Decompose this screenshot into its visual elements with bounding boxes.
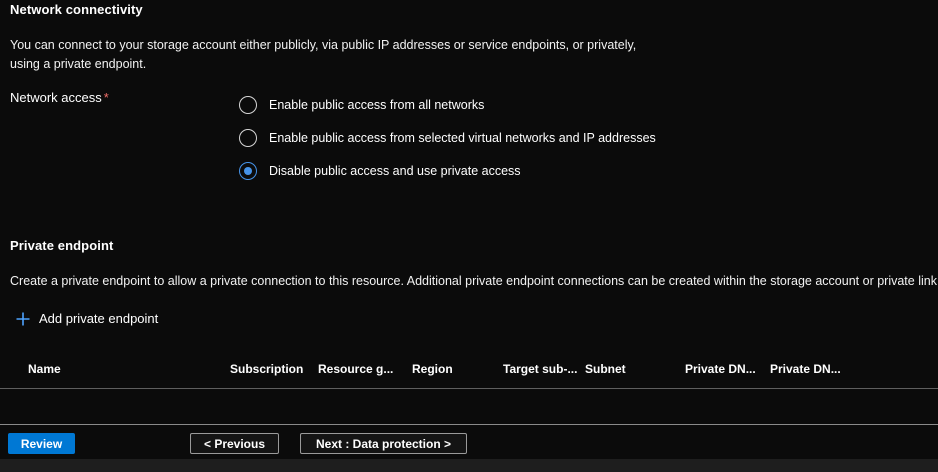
- next-data-protection-button[interactable]: Next : Data protection >: [300, 433, 467, 454]
- previous-button[interactable]: < Previous: [190, 433, 279, 454]
- intro-text: You can connect to your storage account …: [10, 36, 655, 75]
- network-access-radio-group: Enable public access from all networks E…: [239, 88, 656, 187]
- add-private-endpoint-label: Add private endpoint: [39, 311, 158, 326]
- column-header-subscription: Subscription: [230, 362, 303, 376]
- column-header-target-sub: Target sub-...: [503, 362, 577, 376]
- network-connectivity-page: Network connectivity You can connect to …: [0, 0, 938, 472]
- column-header-region: Region: [412, 362, 453, 376]
- radio-option-label: Enable public access from all networks: [269, 98, 484, 112]
- radio-option-label: Enable public access from selected virtu…: [269, 131, 656, 145]
- private-endpoint-description: Create a private endpoint to allow a pri…: [10, 272, 936, 291]
- bottom-bar: [0, 459, 938, 472]
- network-access-label: Network access*: [10, 90, 109, 105]
- radio-option-selected-networks[interactable]: Enable public access from selected virtu…: [239, 121, 656, 154]
- footer-divider: [0, 424, 938, 425]
- radio-icon: [239, 96, 257, 114]
- page-title: Network connectivity: [10, 2, 143, 17]
- plus-icon: [16, 312, 30, 326]
- radio-icon: [239, 162, 257, 180]
- review-button[interactable]: Review: [8, 433, 75, 454]
- table-header-divider: [0, 388, 938, 389]
- radio-option-disable-public-access[interactable]: Disable public access and use private ac…: [239, 154, 656, 187]
- column-header-subnet: Subnet: [585, 362, 626, 376]
- private-endpoint-title: Private endpoint: [10, 238, 113, 253]
- radio-icon: [239, 129, 257, 147]
- required-asterisk: *: [104, 90, 109, 105]
- column-header-name: Name: [28, 362, 61, 376]
- column-header-resource-group: Resource g...: [318, 362, 393, 376]
- radio-option-public-all-networks[interactable]: Enable public access from all networks: [239, 88, 656, 121]
- add-private-endpoint-button[interactable]: Add private endpoint: [16, 311, 158, 326]
- column-header-private-dns-2: Private DN...: [770, 362, 841, 376]
- radio-option-label: Disable public access and use private ac…: [269, 164, 521, 178]
- column-header-private-dns-1: Private DN...: [685, 362, 756, 376]
